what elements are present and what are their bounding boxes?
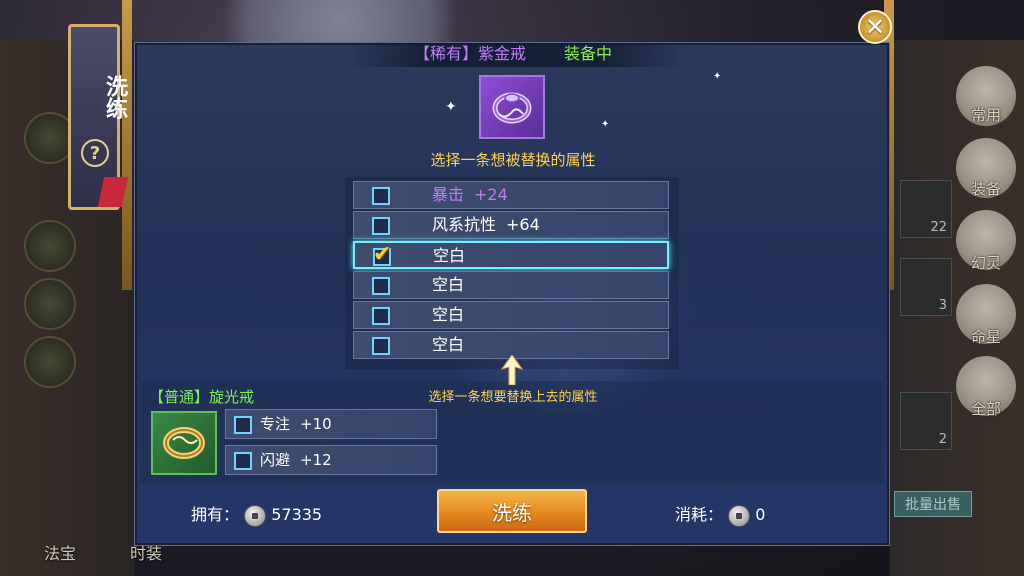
source-item-slot[interactable] — [151, 411, 217, 475]
attribute-checkbox[interactable] — [372, 337, 390, 355]
refine-side-tab[interactable]: 洗练 ? — [68, 24, 129, 210]
attribute-text: 暴击 +24 — [432, 185, 508, 204]
gold-ring-icon — [163, 427, 205, 459]
attribute-checkbox[interactable] — [372, 277, 390, 295]
purple-ring-icon — [492, 92, 532, 124]
background-item-slot — [24, 278, 76, 330]
target-item-slot[interactable] — [479, 75, 545, 139]
help-button[interactable]: ? — [81, 139, 109, 167]
target-item-title: 【稀有】紫金戒 装备中 — [135, 43, 891, 65]
source-attribute-checkbox[interactable] — [234, 452, 252, 470]
background-right-slot: 22 — [900, 180, 952, 238]
source-attribute-row[interactable]: 闪避 +12 — [225, 445, 437, 475]
equipped-status: 装备中 — [564, 44, 613, 63]
background-item-slot — [24, 336, 76, 388]
silver-coin-icon — [244, 504, 267, 527]
batch-sell-button: 批量出售 — [894, 491, 972, 517]
attribute-row[interactable]: 暴击 +24 — [353, 181, 669, 209]
target-attribute-list: 暴击 +24 风系抗性 +64 ✔ 空白 空白 空白 空白 — [345, 177, 679, 369]
footer-bar: 拥有： 57335 洗练 消耗： 0 — [141, 487, 883, 539]
attribute-text: 空白 — [432, 335, 465, 354]
sparkle-decoration: ✦ — [713, 71, 722, 82]
owned-label: 拥有： — [191, 505, 240, 524]
source-item-title: 【普通】旋光戒 — [149, 388, 255, 406]
arrow-up-icon — [501, 355, 523, 385]
attribute-text: 空白 — [433, 246, 466, 265]
background-tab-treasure: 法宝 — [44, 544, 77, 563]
source-attribute-text: 闪避 +12 — [260, 451, 332, 469]
attribute-text: 空白 — [432, 275, 465, 294]
background-tab-spirit: 幻灵 — [970, 254, 1001, 272]
side-tab-title: 洗练 — [102, 75, 127, 119]
background-right-slot: 2 — [900, 392, 952, 450]
attribute-row[interactable]: 空白 — [353, 271, 669, 299]
attribute-row-selected[interactable]: ✔ 空白 — [353, 241, 669, 269]
sparkle-decoration: ✦ — [445, 99, 457, 115]
attribute-checkbox[interactable] — [372, 187, 390, 205]
attribute-text: 空白 — [432, 305, 465, 324]
attribute-row[interactable]: 风系抗性 +64 — [353, 211, 669, 239]
refine-panel: 【稀有】紫金戒 装备中 ✦ ✦ ✦ 选择一条想被替换的属性 暴击 +24 风系抗性 +… — [134, 42, 890, 546]
owned-currency: 拥有： 57335 — [191, 501, 322, 527]
attribute-text: 风系抗性 +64 — [432, 215, 540, 234]
background-tab-all: 全部 — [970, 400, 1001, 418]
source-attribute-row[interactable]: 专注 +10 — [225, 409, 437, 439]
attribute-checkbox[interactable] — [372, 307, 390, 325]
sparkle-decoration: ✦ — [601, 119, 610, 130]
cost-value: 0 — [755, 505, 766, 524]
background-right-slot: 3 — [900, 258, 952, 316]
cost-currency: 消耗： 0 — [675, 501, 765, 527]
attribute-checkbox[interactable] — [372, 217, 390, 235]
close-icon: ✕ — [864, 13, 886, 41]
target-item-name: 【稀有】紫金戒 — [413, 44, 526, 63]
background-tab-common: 常用 — [970, 106, 1001, 124]
close-button[interactable]: ✕ — [858, 10, 892, 44]
checkmark-icon: ✔ — [373, 242, 392, 267]
attribute-checkbox-checked[interactable]: ✔ — [373, 242, 391, 267]
select-replace-prompt: 选择一条想被替换的属性 — [430, 151, 596, 169]
source-attribute-text: 专注 +10 — [260, 415, 332, 433]
owned-value: 57335 — [271, 505, 323, 524]
background-tab-equipment: 装备 — [970, 180, 1001, 198]
attribute-row[interactable]: 空白 — [353, 301, 669, 329]
silver-coin-icon — [728, 504, 751, 527]
background-tab-star: 命星 — [970, 328, 1001, 346]
background-item-slot — [24, 220, 76, 272]
cost-label: 消耗： — [675, 505, 724, 524]
refine-button[interactable]: 洗练 — [437, 489, 587, 533]
background-pillar — [122, 0, 132, 290]
source-attribute-checkbox[interactable] — [234, 416, 252, 434]
